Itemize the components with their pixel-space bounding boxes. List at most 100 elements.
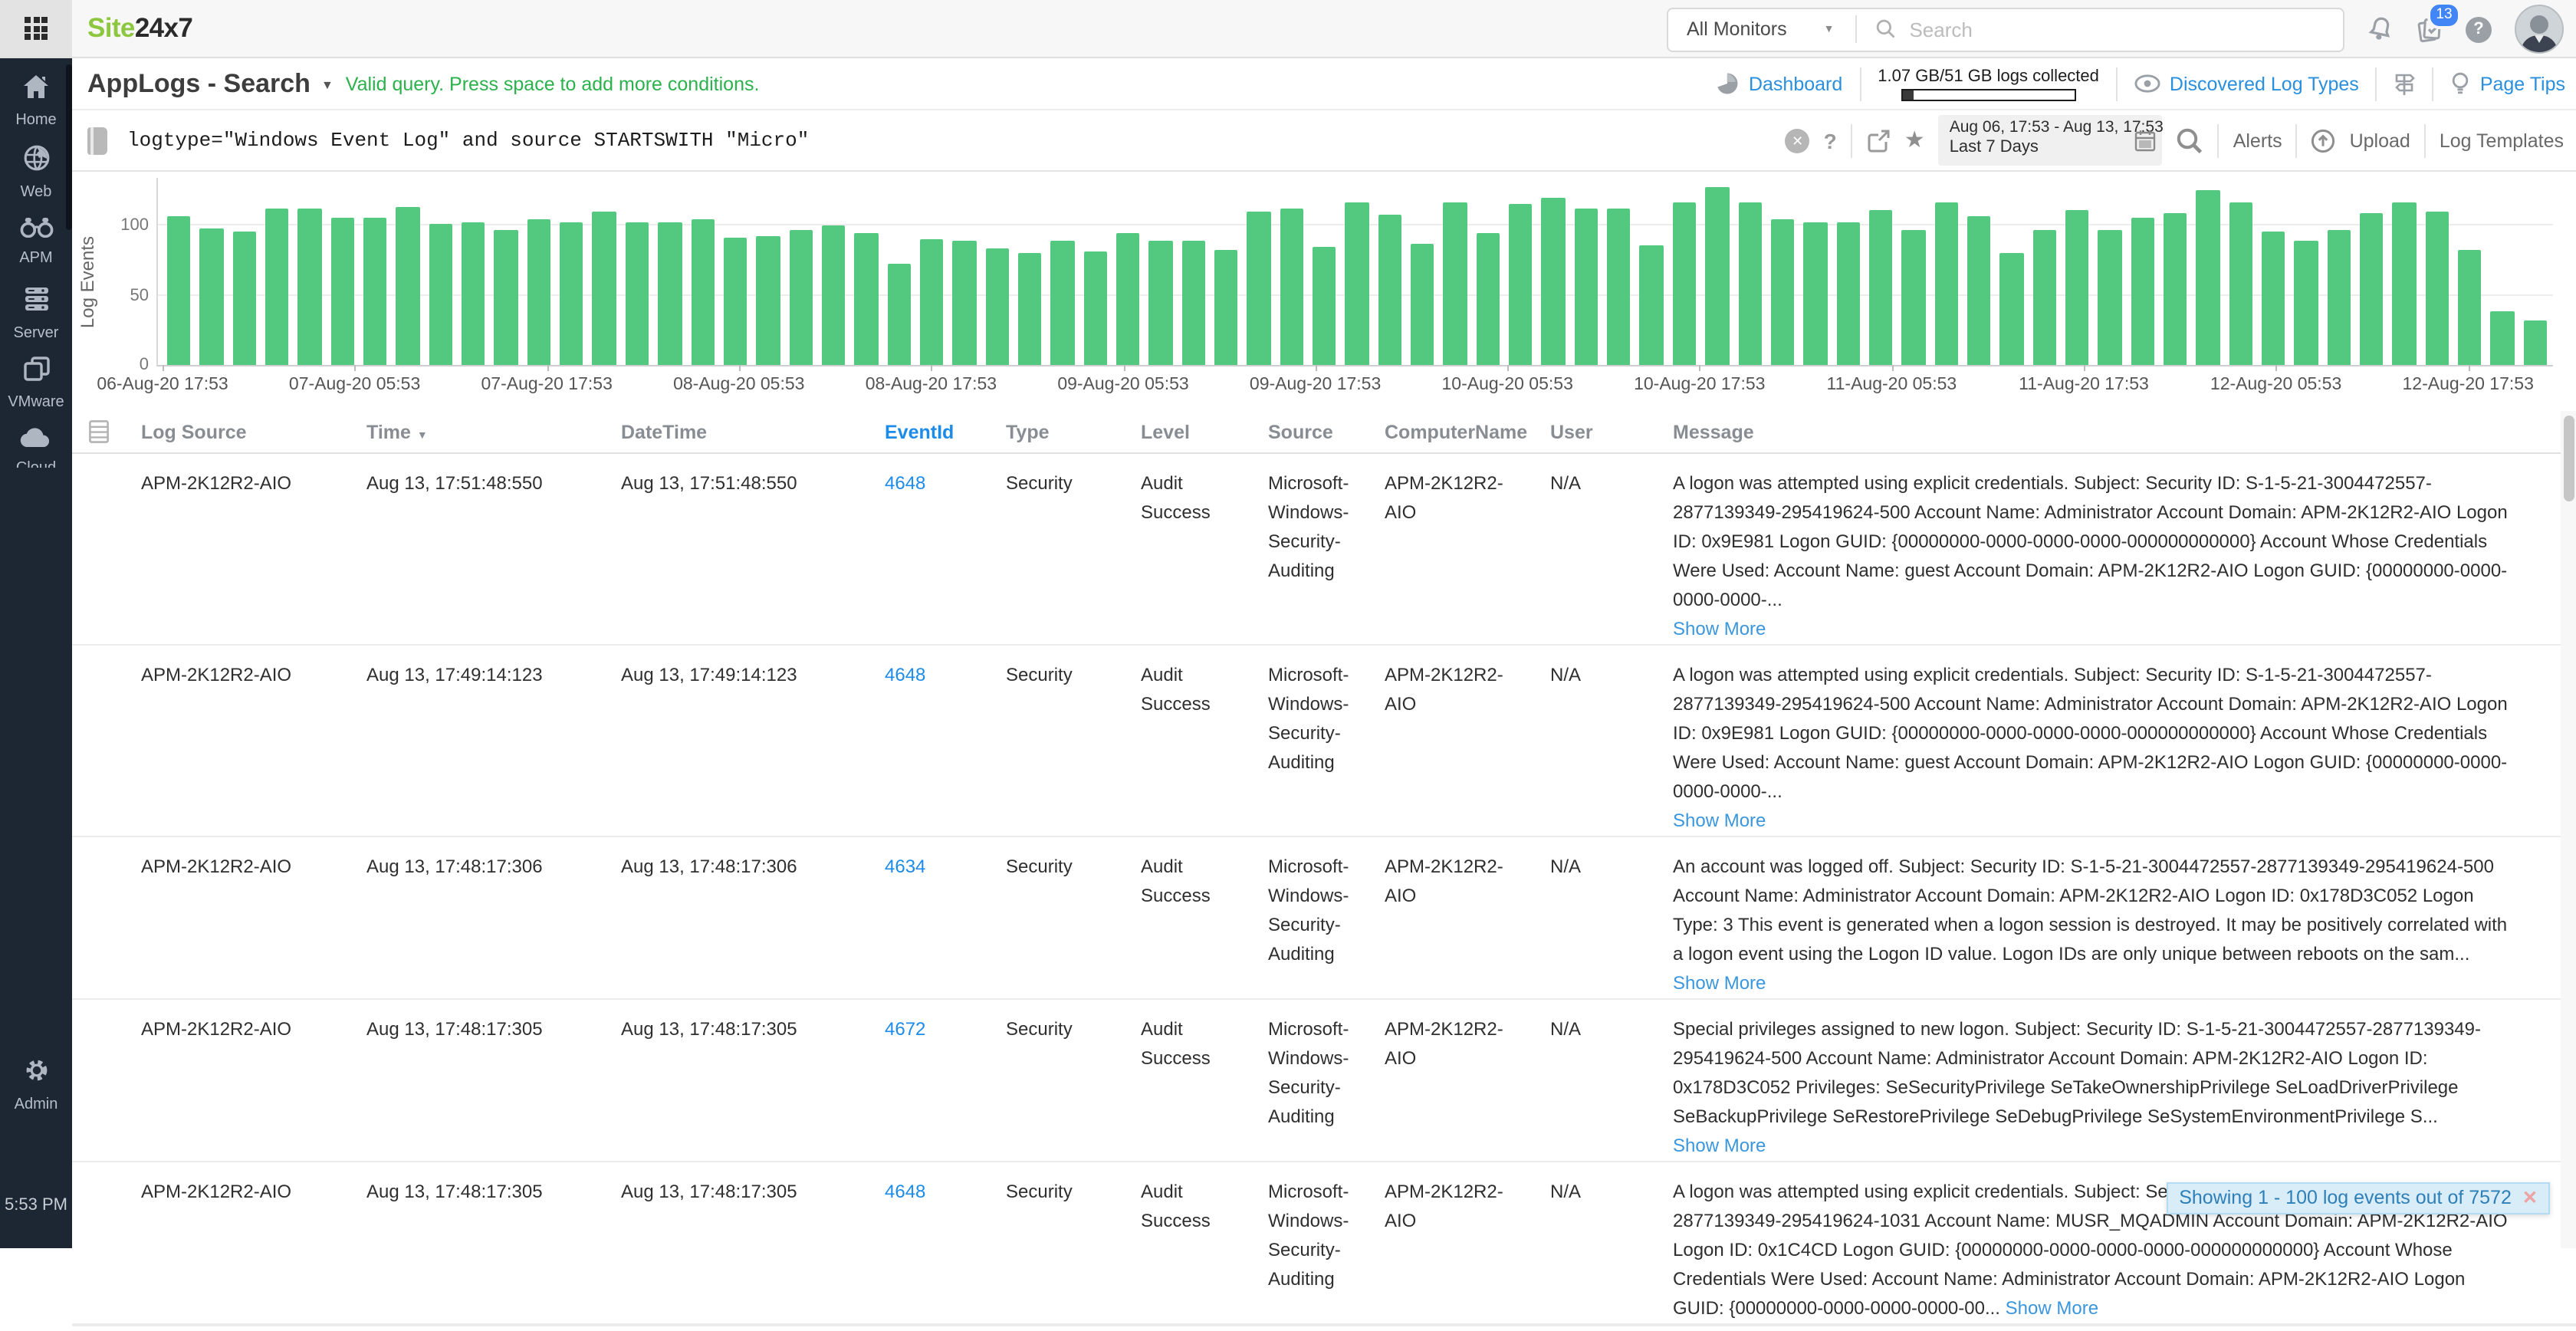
show-more-link[interactable]: Show More xyxy=(2000,1297,2098,1319)
bar[interactable] xyxy=(756,237,780,365)
column-header-message[interactable]: Message xyxy=(1673,421,2530,442)
bar[interactable] xyxy=(2458,251,2482,365)
bar[interactable] xyxy=(2000,253,2024,365)
bar[interactable] xyxy=(1509,205,1533,365)
eventid-link[interactable]: 4634 xyxy=(885,856,925,877)
bar[interactable] xyxy=(2360,213,2384,365)
bar[interactable] xyxy=(2393,203,2417,365)
clear-query-icon[interactable]: ✕ xyxy=(1786,128,1810,153)
bar[interactable] xyxy=(1575,209,1598,365)
bar[interactable] xyxy=(429,224,453,365)
bar[interactable] xyxy=(1542,198,1566,365)
eventid-link[interactable]: 4648 xyxy=(885,472,925,494)
bar[interactable] xyxy=(527,220,551,365)
bar[interactable] xyxy=(1607,209,1631,365)
bar[interactable] xyxy=(2164,213,2187,365)
help-icon[interactable]: ? xyxy=(2466,16,2492,42)
signpost-icon[interactable] xyxy=(2394,71,2416,96)
bar[interactable] xyxy=(1280,209,1303,365)
cell-eventid[interactable]: 4648 xyxy=(885,1162,1006,1323)
bar[interactable] xyxy=(363,217,387,365)
page-tips-link[interactable]: Page Tips xyxy=(2451,71,2565,96)
cell-eventid[interactable]: 4648 xyxy=(885,646,1006,836)
close-icon[interactable]: ✕ xyxy=(2522,1187,2538,1208)
sidebar-item-server[interactable]: Server xyxy=(0,285,72,356)
bar[interactable] xyxy=(1214,251,1238,365)
favorite-star-icon[interactable]: ★ xyxy=(1904,129,1925,152)
bar[interactable] xyxy=(1967,215,1991,365)
sidebar-item-admin[interactable]: Admin xyxy=(0,1057,72,1113)
bar[interactable] xyxy=(1181,241,1205,365)
bar[interactable] xyxy=(1869,210,1893,365)
bar[interactable] xyxy=(2491,311,2515,365)
bar[interactable] xyxy=(2262,231,2285,365)
sidebar-item-web[interactable]: Web xyxy=(0,144,72,215)
bar[interactable] xyxy=(1149,241,1173,365)
table-row[interactable]: APM-2K12R2-AIOAug 13, 17:48:17:305Aug 13… xyxy=(72,1000,2576,1162)
cell-eventid[interactable]: 4648 xyxy=(885,454,1006,644)
upload-icon[interactable] xyxy=(2312,128,2336,153)
sidebar-item-vmware[interactable]: VMware xyxy=(0,356,72,426)
eventid-link[interactable]: 4648 xyxy=(885,664,925,685)
bar[interactable] xyxy=(1346,203,1369,365)
bar[interactable] xyxy=(2327,229,2351,365)
bar[interactable] xyxy=(658,222,682,365)
bar[interactable] xyxy=(1673,202,1697,365)
show-more-link[interactable]: Show More xyxy=(1673,807,2515,836)
bar[interactable] xyxy=(167,215,191,365)
bar[interactable] xyxy=(200,228,224,365)
site24x7-logo[interactable]: Site24x7 xyxy=(87,12,192,44)
bar[interactable] xyxy=(1803,222,1827,365)
bar[interactable] xyxy=(920,239,944,365)
bar[interactable] xyxy=(462,222,485,365)
bar[interactable] xyxy=(1901,229,1925,365)
column-header-type[interactable]: Type xyxy=(1006,421,1141,442)
bar[interactable] xyxy=(2065,210,2089,365)
bell-icon[interactable] xyxy=(2365,13,2397,45)
table-row[interactable]: APM-2K12R2-AIOAug 13, 17:48:17:306Aug 13… xyxy=(72,837,2576,1000)
column-header-time[interactable]: Time▼ xyxy=(366,421,621,442)
bar[interactable] xyxy=(2425,212,2449,365)
column-header-log-source[interactable]: Log Source xyxy=(141,421,366,442)
bar[interactable] xyxy=(2032,229,2056,365)
run-search-icon[interactable] xyxy=(2177,127,2204,154)
date-range-picker[interactable]: Aug 06, 17:53 - Aug 13, 17:53 Last 7 Day… xyxy=(1939,115,2163,166)
saved-query-icon[interactable] xyxy=(87,127,107,154)
upload-button[interactable]: Upload xyxy=(2350,130,2410,151)
search-input[interactable]: Search xyxy=(1857,18,2343,41)
bar[interactable] xyxy=(887,265,911,365)
bar[interactable] xyxy=(789,229,813,365)
bar[interactable] xyxy=(1444,202,1467,365)
log-templates-button[interactable]: Log Templates xyxy=(2440,130,2564,151)
bar[interactable] xyxy=(2229,203,2252,365)
bar[interactable] xyxy=(1640,245,1664,366)
bar[interactable] xyxy=(691,220,715,365)
cell-eventid[interactable]: 4634 xyxy=(885,837,1006,998)
bar[interactable] xyxy=(1836,222,1860,365)
discovered-log-types-link[interactable]: Discovered Log Types xyxy=(2134,73,2359,94)
sidebar-scrollbar[interactable] xyxy=(66,64,72,230)
dashboard-link[interactable]: Dashboard xyxy=(1717,72,1842,95)
tasks-icon[interactable]: 13 xyxy=(2417,15,2443,43)
query-input[interactable]: logtype="Windows Event Log" and source S… xyxy=(127,129,809,152)
user-avatar[interactable] xyxy=(2515,5,2564,54)
bar[interactable] xyxy=(2295,241,2318,365)
bar[interactable] xyxy=(593,212,616,365)
bar[interactable] xyxy=(1051,241,1075,365)
bar[interactable] xyxy=(854,234,878,365)
bar[interactable] xyxy=(1116,232,1140,365)
bar[interactable] xyxy=(232,231,256,365)
bar[interactable] xyxy=(1771,220,1795,365)
table-scrollbar-thumb[interactable] xyxy=(2563,416,2574,501)
columns-icon[interactable] xyxy=(72,420,141,443)
bar[interactable] xyxy=(265,209,289,365)
column-header-user[interactable]: User xyxy=(1550,421,1673,442)
cell-eventid[interactable]: 4672 xyxy=(885,1000,1006,1161)
bar[interactable] xyxy=(626,222,649,365)
sidebar-item-home[interactable]: Home xyxy=(0,74,72,144)
show-more-link[interactable]: Show More xyxy=(1673,615,2515,644)
app-launcher-button[interactable] xyxy=(0,0,72,57)
column-header-level[interactable]: Level xyxy=(1141,421,1268,442)
bar[interactable] xyxy=(985,248,1009,365)
bar[interactable] xyxy=(724,238,748,365)
